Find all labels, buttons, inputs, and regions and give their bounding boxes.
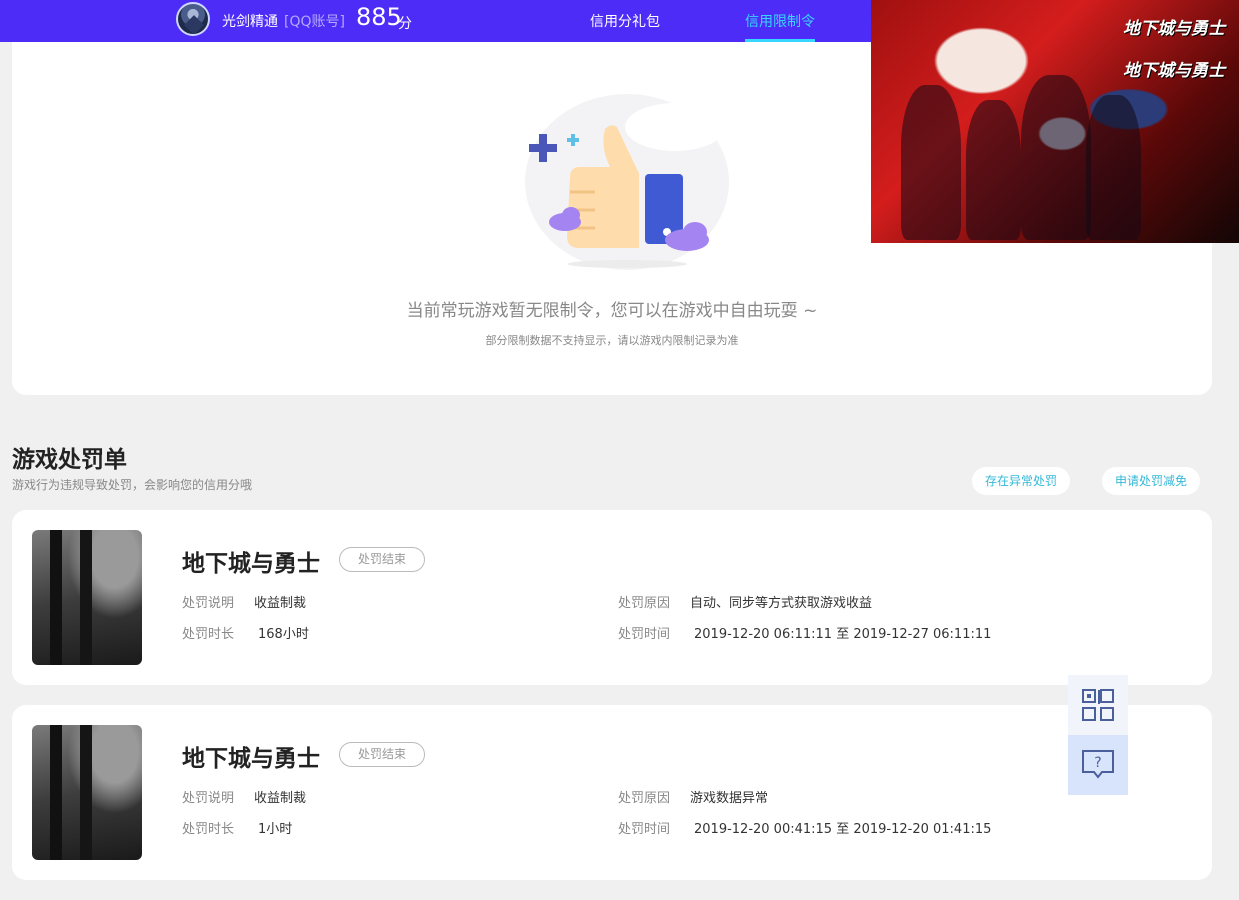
time-value: 2019-12-20 00:41:15 至 2019-12-20 01:41:1… [694,822,992,837]
description-value: 收益制裁 [254,791,307,806]
svg-text:?: ? [1094,755,1101,771]
credit-score-unit: 分 [398,16,412,32]
game-name: 地下城与勇士 [182,746,320,772]
banner-logo: 地下城与勇士 [1123,19,1225,39]
reason-label: 处罚原因 [618,596,671,611]
user-name: 光剑精通 [222,14,278,30]
game-banner[interactable]: 地下城与勇士 地下城与勇士 [871,0,1239,243]
reason-value: 自动、同步等方式获取游戏收益 [690,596,873,611]
apply-reduction-button[interactable]: 申请处罚减免 [1102,467,1201,495]
abnormal-penalty-button[interactable]: 存在异常处罚 [972,467,1071,495]
credit-score: 885 [356,3,402,31]
game-thumbnail [32,725,142,860]
help-button[interactable]: ? [1068,735,1128,795]
banner-character [1086,95,1141,240]
banner-character [901,85,961,240]
penalty-section-title: 游戏处罚单 [12,447,127,473]
banner-character [966,100,1021,240]
empty-state-title: 当前常玩游戏暂无限制令，您可以在游戏中自由玩耍 ~ [406,301,818,321]
help-chat-icon: ? [1082,750,1114,779]
duration-label: 处罚时长 [182,627,235,642]
penalty-card: 地下城与勇士 处罚结束 处罚说明 收益制裁 处罚时长 168小时 处罚原因 自动… [12,510,1212,685]
qr-code-button[interactable] [1068,675,1128,735]
time-label: 处罚时间 [618,627,671,642]
banner-logo-secondary: 地下城与勇士 [1123,61,1225,81]
description-label: 处罚说明 [182,596,235,611]
description-value: 收益制裁 [254,596,307,611]
time-label: 处罚时间 [618,822,671,837]
avatar[interactable] [176,2,210,36]
status-badge: 处罚结束 [339,547,425,572]
game-name: 地下城与勇士 [182,551,320,577]
description-label: 处罚说明 [182,791,235,806]
thumbs-up-illustration [525,94,729,270]
empty-state-subtitle: 部分限制数据不支持显示，请以游戏内限制记录为准 [485,334,739,347]
time-value: 2019-12-20 06:11:11 至 2019-12-27 06:11:1… [694,627,992,642]
status-badge: 处罚结束 [339,742,425,767]
duration-value: 168小时 [258,627,309,642]
duration-value: 1小时 [258,822,293,837]
penalty-section-subtitle: 游戏行为违规导致处罚，会影响您的信用分哦 [12,478,253,492]
reason-label: 处罚原因 [618,791,671,806]
qr-code-icon [1082,689,1114,721]
game-thumbnail [32,530,142,665]
reason-value: 游戏数据异常 [690,791,769,806]
tab-credit-gift[interactable]: 信用分礼包 [590,11,660,31]
penalty-card: 地下城与勇士 处罚结束 处罚说明 收益制裁 处罚时长 1小时 处罚原因 游戏数据… [12,705,1212,880]
account-type: [QQ账号] [284,14,345,30]
tab-credit-restriction[interactable]: 信用限制令 [745,11,815,31]
duration-label: 处罚时长 [182,822,235,837]
banner-character [1021,75,1091,240]
